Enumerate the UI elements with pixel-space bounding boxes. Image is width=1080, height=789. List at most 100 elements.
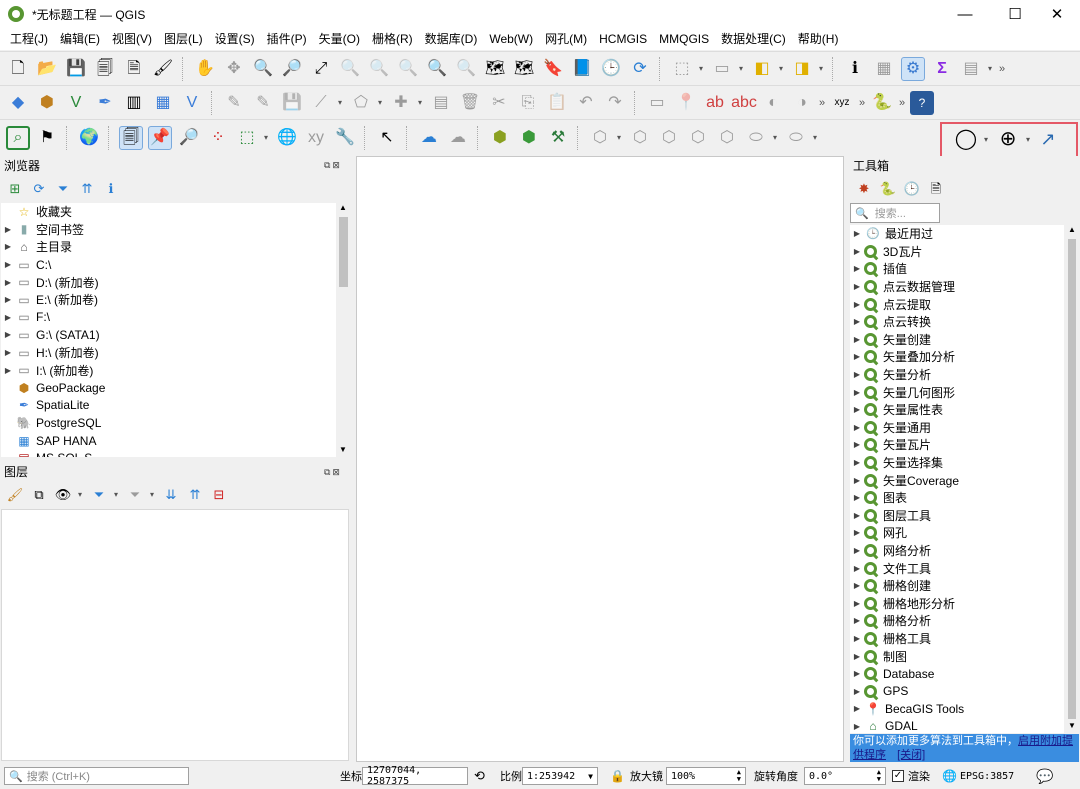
models-icon[interactable]: ✸ xyxy=(855,179,873,197)
scroll-down-icon[interactable]: ▼ xyxy=(339,445,347,454)
save-edits-icon[interactable]: 💾 xyxy=(280,91,304,115)
expand-arrow-icon[interactable]: ▶ xyxy=(1,242,15,251)
chevron-down-icon[interactable]: ▾ xyxy=(338,98,344,107)
chevron-down-icon[interactable]: ▾ xyxy=(617,133,623,142)
expand-arrow-icon[interactable]: ▶ xyxy=(850,599,864,608)
move-label-icon[interactable]: ◑ xyxy=(790,91,814,115)
shape-tool-4-icon[interactable]: ⬡ xyxy=(686,126,710,150)
expand-arrow-icon[interactable]: ▶ xyxy=(1,313,15,322)
toolbox-provider-item[interactable]: ▶ 栅格工具 xyxy=(850,630,1064,648)
chevron-down-icon[interactable]: ▾ xyxy=(773,133,779,142)
zoom-in-icon[interactable]: 🔍 xyxy=(251,57,275,81)
help-icon[interactable]: ? xyxy=(910,90,934,115)
scroll-thumb[interactable] xyxy=(1068,239,1076,719)
expand-arrow-icon[interactable]: ▶ xyxy=(850,247,864,256)
toolbox-provider-item[interactable]: ▶ 文件工具 xyxy=(850,559,1064,577)
current-edits-icon[interactable]: ✎ xyxy=(251,91,275,115)
crs-button[interactable]: EPSG:3857 xyxy=(960,771,1014,782)
menu-layer[interactable]: 图层(L) xyxy=(158,28,209,50)
wrench-icon[interactable]: 🔧 xyxy=(333,126,357,150)
scripts-icon[interactable]: 🐍 xyxy=(879,179,897,197)
chevron-down-icon[interactable]: ▾ xyxy=(150,490,156,499)
messages-icon[interactable]: 💬 xyxy=(1036,768,1053,785)
expand-arrow-icon[interactable]: ▶ xyxy=(850,388,864,397)
lock-scale-icon[interactable]: 🔒 xyxy=(610,769,625,783)
new-project-icon[interactable]: 🗋 xyxy=(6,57,30,81)
data-source-manager-icon[interactable]: ◆ xyxy=(6,91,30,115)
map-swipe-icon[interactable]: ⚑ xyxy=(35,126,59,150)
toolbox-provider-item[interactable]: ▶ 📍 BecaGIS Tools xyxy=(850,700,1064,718)
menu-raster[interactable]: 栅格(R) xyxy=(366,28,419,50)
expand-arrow-icon[interactable]: ▶ xyxy=(850,564,864,573)
expand-arrow-icon[interactable]: ▶ xyxy=(850,405,864,414)
expand-arrow-icon[interactable]: ▶ xyxy=(850,352,864,361)
show-bookmarks-icon[interactable]: 📘 xyxy=(570,57,594,81)
browser-item[interactable]: ✒ SpatiaLite xyxy=(1,397,336,415)
bookmark-new-icon[interactable]: 🔖 xyxy=(541,57,565,81)
menu-view[interactable]: 视图(V) xyxy=(106,28,158,50)
temporal-controller-icon[interactable]: 🕒 xyxy=(599,57,623,81)
add-spatialite-icon[interactable]: ✒ xyxy=(93,91,117,115)
label-abc-icon[interactable]: ab xyxy=(703,91,727,115)
label-tool-icon[interactable]: ▭ xyxy=(645,91,669,115)
toolbox-provider-item[interactable]: ▶ 插值 xyxy=(850,260,1064,278)
collapse-all-icon[interactable]: ⇈ xyxy=(186,485,204,503)
toolbox-scrollbar[interactable]: ▲ ▼ xyxy=(1065,225,1079,733)
expand-arrow-icon[interactable]: ▶ xyxy=(850,264,864,273)
coordinate-field[interactable]: 12707044, 2587375 xyxy=(362,765,468,787)
magnifier-spinbox[interactable]: 100% ▲ ▼ xyxy=(666,767,746,785)
xyz-tiles-icon[interactable]: xyz xyxy=(830,91,854,115)
plugin-box-2-icon[interactable]: ⬢ xyxy=(517,126,541,150)
collapse-all-icon[interactable]: ⇈ xyxy=(78,179,96,197)
toolbox-provider-item[interactable]: ▶ 3D瓦片 xyxy=(850,243,1064,261)
zoom-to-layer-icon[interactable]: 🔍 xyxy=(367,57,391,81)
open-project-icon[interactable]: 📂 xyxy=(35,57,59,81)
expand-arrow-icon[interactable]: ▶ xyxy=(850,616,864,625)
curve-xy-icon[interactable]: ↗ xyxy=(1036,127,1060,151)
browser-item[interactable]: ▶ ▭ G:\ (SATA1) xyxy=(1,326,336,344)
toolbox-provider-item[interactable]: ▶ 点云数据管理 xyxy=(850,278,1064,296)
pin-labels-icon[interactable]: 📍 xyxy=(674,91,698,115)
expand-arrow-icon[interactable]: ▶ xyxy=(1,260,15,269)
expand-arrow-icon[interactable]: ▶ xyxy=(850,476,864,485)
toolbox-provider-item[interactable]: ▶ 图层工具 xyxy=(850,507,1064,525)
menu-project[interactable]: 工程(J) xyxy=(4,28,54,50)
toolbox-provider-item[interactable]: ▶ 点云提取 xyxy=(850,295,1064,313)
new-geopackage-icon[interactable]: ⬢ xyxy=(35,91,59,115)
statistics-sigma-icon[interactable]: Σ xyxy=(930,57,954,81)
chevron-down-icon[interactable]: ▾ xyxy=(264,133,270,142)
zoom-next-icon[interactable]: 🔍 xyxy=(454,57,478,81)
edit-table-icon[interactable]: ▤ xyxy=(429,91,453,115)
processing-toolbox-icon[interactable]: ⚙ xyxy=(901,56,925,81)
menu-edit[interactable]: 编辑(E) xyxy=(54,28,106,50)
browser-item[interactable]: ⬢ GeoPackage xyxy=(1,379,336,397)
locator-search-input[interactable]: 🔍 搜索 (Ctrl+K) xyxy=(4,767,189,785)
expand-arrow-icon[interactable]: ▶ xyxy=(1,330,15,339)
chevron-down-icon[interactable]: ▾ xyxy=(819,64,825,73)
cloud-icon[interactable]: ☁ xyxy=(417,126,441,150)
toolbox-provider-item[interactable]: ▶ 矢量Coverage xyxy=(850,471,1064,489)
browser-item[interactable]: ▶ ▭ C:\ xyxy=(1,256,336,274)
new-map-view-icon[interactable]: 🗺 xyxy=(483,57,507,81)
browser-item[interactable]: ☆ 收藏夹 xyxy=(1,203,336,221)
chevron-down-icon[interactable]: ▾ xyxy=(984,135,990,144)
expand-arrow-icon[interactable]: ▶ xyxy=(850,669,864,678)
toolbox-provider-item[interactable]: ▶ 图表 xyxy=(850,489,1064,507)
toggle-editing-icon[interactable]: ✎ xyxy=(222,91,246,115)
crosshair-icon[interactable]: ⊕ xyxy=(996,127,1020,151)
toolbox-provider-item[interactable]: ▶ 栅格地形分析 xyxy=(850,594,1064,612)
menu-processing[interactable]: 数据处理(C) xyxy=(715,28,792,50)
refresh-icon[interactable]: ⟳ xyxy=(628,57,652,81)
select-features-icon[interactable]: ⬚ xyxy=(670,57,694,81)
layer-styling-icon[interactable]: 🖌 xyxy=(6,485,24,503)
toolbox-provider-item[interactable]: ▶ 栅格创建 xyxy=(850,577,1064,595)
close-info-link[interactable]: [关闭] xyxy=(897,749,925,761)
paste-features-icon[interactable]: 📋 xyxy=(545,91,569,115)
expand-arrow-icon[interactable]: ▶ xyxy=(850,335,864,344)
expand-arrow-icon[interactable]: ▶ xyxy=(850,528,864,537)
scroll-up-icon[interactable]: ▲ xyxy=(1068,225,1076,234)
expand-arrow-icon[interactable]: ▶ xyxy=(850,423,864,432)
expand-arrow-icon[interactable]: ▶ xyxy=(850,704,864,713)
toggle-extents-icon[interactable]: ⟲ xyxy=(474,768,485,784)
hammer-tools-icon[interactable]: ⚒ xyxy=(546,126,570,150)
